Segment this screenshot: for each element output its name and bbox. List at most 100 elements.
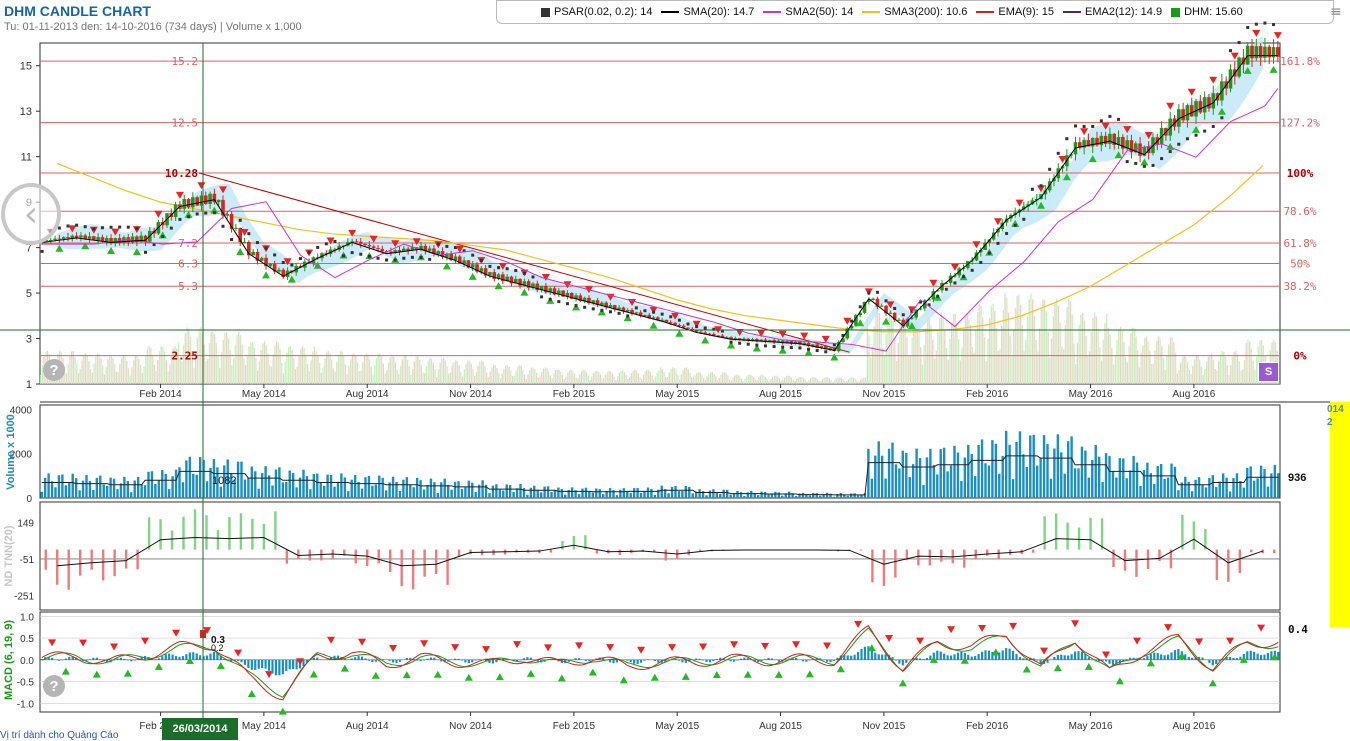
- macd-hist-bar: [492, 660, 494, 664]
- volume-bar: [1022, 454, 1024, 498]
- bg-volume-bar: [536, 373, 537, 384]
- settings-button[interactable]: S: [1258, 362, 1279, 382]
- bg-volume-bar: [507, 365, 508, 384]
- psar-dot: [101, 226, 104, 229]
- psar-dot: [187, 215, 190, 218]
- bg-volume-bar: [588, 376, 589, 384]
- bg-volume-bar: [474, 376, 475, 384]
- volume-bar: [922, 485, 924, 498]
- bg-volume-bar: [906, 337, 907, 384]
- macd-hist-bar: [1277, 652, 1279, 660]
- volume-bar: [302, 470, 304, 498]
- bg-volume-bar: [316, 351, 317, 384]
- psar-dot: [773, 345, 776, 348]
- question-icon[interactable]: ?: [43, 675, 65, 697]
- volume-bar: [1260, 466, 1262, 498]
- bg-volume-bar: [519, 365, 520, 384]
- nd-bar: [182, 517, 184, 550]
- bg-volume-bar: [713, 374, 714, 384]
- volume-bar: [347, 491, 349, 498]
- bg-volume-bar: [493, 365, 494, 384]
- bg-volume-bar: [224, 333, 225, 384]
- bg-volume-bar: [531, 368, 532, 384]
- volume-bar: [392, 477, 394, 498]
- psar-dot: [583, 306, 586, 309]
- bg-volume-bar: [295, 369, 296, 384]
- nd-bar: [573, 536, 575, 550]
- macd-hist-bar: [926, 658, 928, 660]
- psar-dot: [1014, 224, 1017, 227]
- nd-bar: [263, 524, 265, 550]
- bg-volume-bar: [548, 371, 549, 384]
- bg-volume-bar: [484, 366, 485, 384]
- candle-body: [53, 239, 57, 240]
- bg-volume-bar: [1054, 302, 1055, 384]
- psar-dot: [333, 240, 336, 243]
- bg-volume-bar: [383, 364, 384, 384]
- chevron-left-icon[interactable]: ‹: [1, 183, 61, 245]
- x-tick-label: Aug 2015: [759, 389, 802, 400]
- macd-hist-bar: [885, 654, 887, 660]
- bg-volume-bar: [553, 373, 554, 384]
- psar-dot: [798, 346, 801, 349]
- bg-volume-bar: [273, 354, 274, 384]
- bg-volume-bar: [99, 354, 100, 384]
- bg-volume-bar: [708, 374, 709, 384]
- bg-volume-bar: [539, 376, 540, 384]
- question-icon[interactable]: ?: [43, 359, 65, 381]
- bg-volume-bar: [490, 371, 491, 384]
- bg-volume-bar: [870, 357, 871, 384]
- volume-bar: [289, 471, 291, 498]
- bg-volume-bar: [142, 373, 143, 384]
- nd-bar: [171, 530, 173, 549]
- bg-volume-bar: [729, 380, 730, 384]
- nd-bar: [217, 530, 219, 549]
- candle-body: [1203, 97, 1207, 112]
- volume-bar: [61, 474, 63, 498]
- psar-dot: [204, 212, 207, 215]
- macd-hist-bar: [165, 654, 167, 660]
- macd-hist-bar: [1009, 649, 1011, 660]
- bg-volume-bar: [421, 365, 422, 384]
- volume-bar: [254, 471, 256, 498]
- macd-hist-bar: [643, 660, 645, 661]
- x-tick-label: Aug 2016: [1172, 721, 1215, 732]
- volume-bar: [709, 491, 711, 498]
- macd-hist-bar: [1191, 658, 1193, 660]
- x-tick-label: Feb 2015: [553, 721, 596, 732]
- macd-hist-bar: [123, 659, 125, 660]
- volume-bar: [506, 484, 508, 498]
- bg-volume-bar: [868, 335, 869, 384]
- macd-hist-bar: [575, 658, 577, 660]
- bg-volume-bar: [822, 379, 823, 384]
- volume-bar: [278, 467, 280, 498]
- macd-hist-bar: [206, 655, 208, 659]
- macd-hist-bar: [389, 660, 391, 661]
- volume-bar: [912, 464, 914, 498]
- macd-hist-bar: [254, 660, 256, 670]
- psar-dot: [592, 307, 595, 310]
- volume-bar: [271, 486, 273, 498]
- bg-volume-bar: [410, 375, 411, 384]
- bg-volume-bar: [395, 362, 396, 384]
- volume-bar: [636, 488, 638, 498]
- nd-bar: [1273, 550, 1275, 553]
- psar-dot: [652, 311, 655, 314]
- bg-volume-bar: [837, 378, 838, 384]
- bg-volume-bar: [150, 348, 151, 384]
- macd-hist-bar: [1232, 658, 1234, 660]
- bg-volume-bar: [667, 377, 668, 384]
- volume-bar: [351, 480, 353, 498]
- nd-bar: [929, 550, 931, 566]
- bg-volume-bar: [298, 356, 299, 384]
- bg-volume-bar: [1051, 338, 1052, 384]
- bg-volume-bar: [1063, 349, 1064, 384]
- ad-placeholder[interactable]: Vị trí dành cho Quảng Cáo: [0, 730, 118, 741]
- psar-dot: [1134, 162, 1137, 165]
- volume-bar: [909, 477, 911, 498]
- macd-hist-bar: [1146, 656, 1148, 660]
- nd-bar: [665, 550, 667, 561]
- bg-volume-bar: [855, 379, 856, 384]
- bg-volume-bar: [646, 370, 647, 384]
- bg-volume-bar: [90, 369, 91, 384]
